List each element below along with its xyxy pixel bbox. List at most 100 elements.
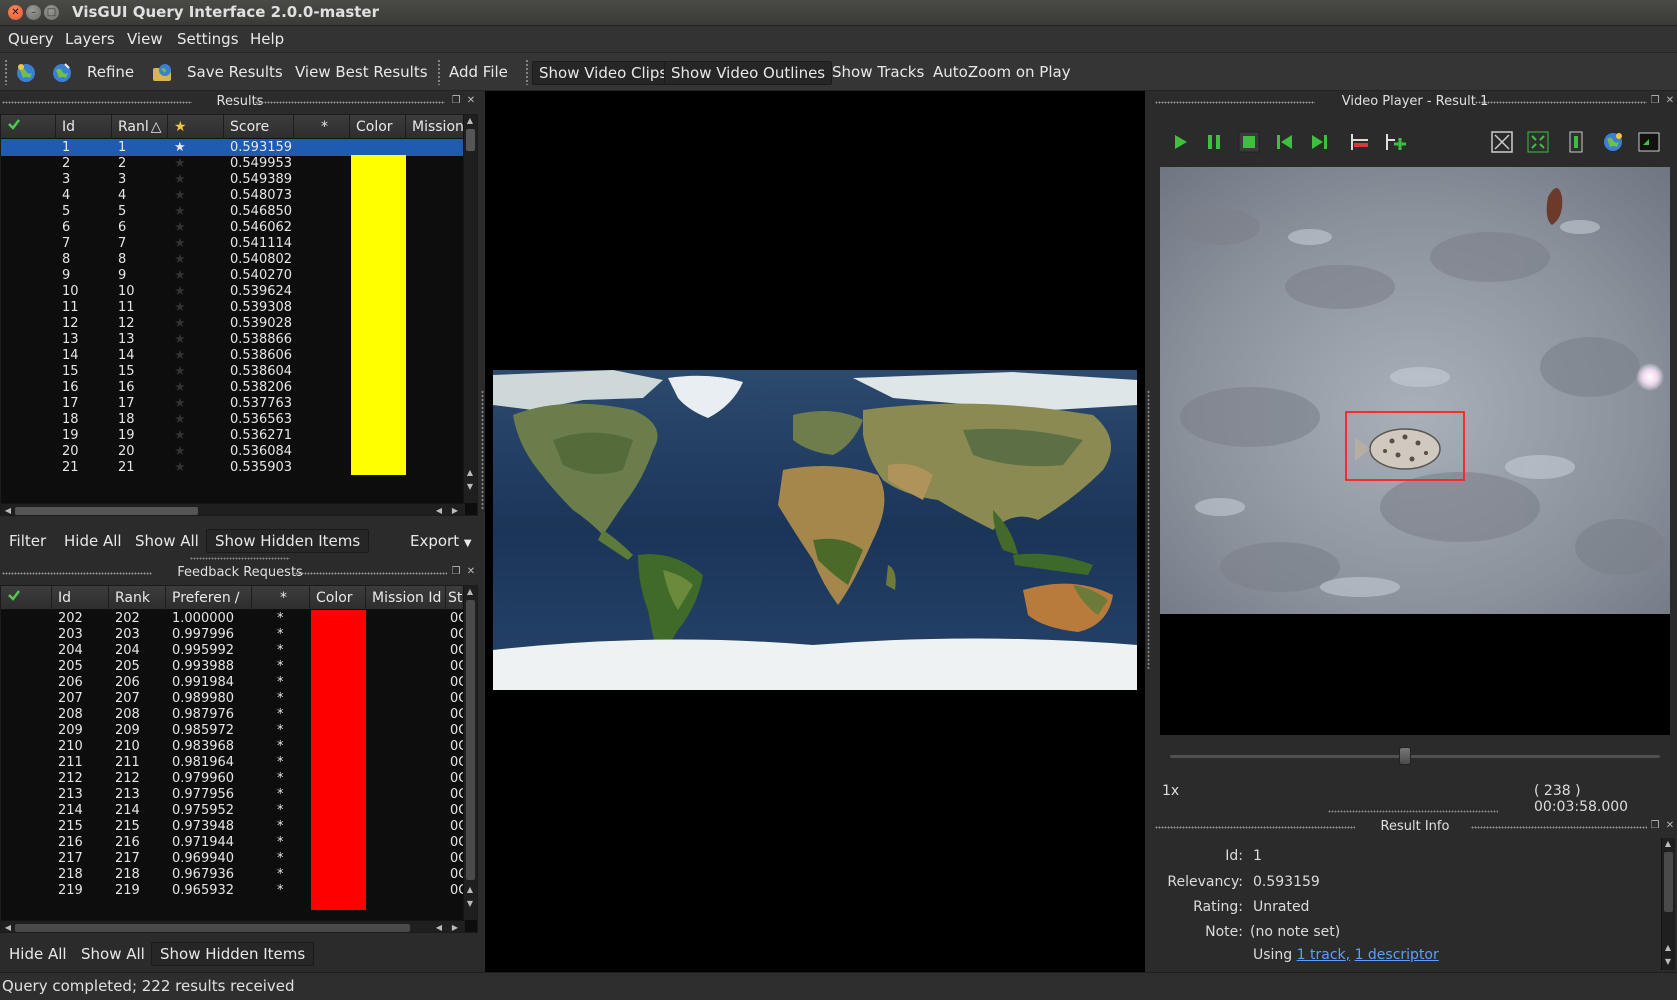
- star-rating-icon[interactable]: ★: [174, 427, 186, 444]
- scroll-right-icon[interactable]: ▶: [449, 505, 461, 515]
- star-rating-icon[interactable]: ★: [174, 411, 186, 428]
- star-rating-icon[interactable]: ★: [174, 203, 186, 220]
- table-row[interactable]: 214 214 0.975952 * 0C: [1, 802, 477, 819]
- star-rating-icon[interactable]: ★: [174, 235, 186, 252]
- scroll-down-icon[interactable]: ▼: [464, 481, 476, 493]
- header-rank[interactable]: Rank: [109, 586, 166, 610]
- pause-icon[interactable]: [1202, 130, 1226, 154]
- feedback-dock-title[interactable]: Feedback Requests ❐ ✕: [0, 563, 480, 583]
- scroll-right-icon[interactable]: ▶: [449, 922, 461, 932]
- save-results-icon[interactable]: [150, 61, 174, 85]
- scroll-thumb[interactable]: [15, 507, 198, 515]
- scroll-down-icon[interactable]: ▼: [1662, 956, 1674, 968]
- show-video-clips-toggle[interactable]: Show Video Clips: [532, 61, 675, 85]
- menu-layers[interactable]: Layers: [65, 30, 115, 48]
- track-link[interactable]: 1 track: [1297, 947, 1346, 963]
- show-hidden-items-toggle[interactable]: Show Hidden Items: [206, 529, 370, 553]
- step-back-icon[interactable]: [1273, 130, 1297, 154]
- star-rating-icon[interactable]: ★: [174, 347, 186, 364]
- dock-splitter[interactable]: [190, 557, 290, 560]
- refine-button[interactable]: Refine: [81, 61, 140, 83]
- remove-track-icon[interactable]: [1348, 130, 1372, 154]
- play-icon[interactable]: [1168, 130, 1192, 154]
- close-dock-icon[interactable]: ✕: [465, 95, 477, 107]
- results-dock-title[interactable]: Results ❐ ✕: [0, 92, 480, 112]
- header-color[interactable]: Color: [310, 586, 366, 610]
- toolbar-grip[interactable]: [4, 59, 8, 85]
- header-color[interactable]: Color: [350, 115, 406, 139]
- float-dock-icon[interactable]: ❐: [1649, 820, 1661, 832]
- descriptor-link[interactable]: 1 descriptor: [1355, 947, 1439, 963]
- close-dock-icon[interactable]: ✕: [465, 566, 477, 578]
- table-row[interactable]: 219 219 0.965932 * 0C: [1, 882, 477, 899]
- scroll-thumb[interactable]: [15, 924, 410, 932]
- float-dock-icon[interactable]: ❐: [450, 95, 462, 107]
- toolbar-grip[interactable]: [525, 59, 529, 85]
- menu-help[interactable]: Help: [250, 30, 284, 48]
- video-frame[interactable]: [1160, 167, 1670, 614]
- header-note[interactable]: *: [294, 115, 350, 139]
- header-visible[interactable]: [1, 115, 56, 139]
- results-horizontal-scrollbar[interactable]: ◀ ◀ ▶: [1, 503, 465, 515]
- world-map-image[interactable]: [493, 370, 1137, 690]
- table-row[interactable]: 208 208 0.987976 * 0C: [1, 706, 477, 723]
- result-info-scrollbar[interactable]: ▲ ▲ ▼: [1661, 838, 1675, 970]
- scroll-left-icon[interactable]: ◀: [2, 505, 14, 515]
- view-best-results-button[interactable]: View Best Results: [289, 61, 434, 83]
- scroll-up-icon[interactable]: ▲: [1662, 942, 1674, 954]
- playback-speed[interactable]: 1x: [1162, 783, 1179, 799]
- video-player-dock-title[interactable]: Video Player - Result 1 ❐ ✕: [1153, 92, 1677, 112]
- hide-all-button[interactable]: Hide All: [56, 530, 130, 552]
- float-dock-icon[interactable]: ❐: [450, 566, 462, 578]
- feedback-horizontal-scrollbar[interactable]: ◀ ◀ ▶: [1, 920, 465, 932]
- header-score[interactable]: Score: [224, 115, 294, 139]
- show-all-button[interactable]: Show All: [127, 530, 207, 552]
- split-view-icon[interactable]: [1564, 130, 1588, 154]
- header-preference[interactable]: Preferen ∕: [166, 586, 252, 610]
- table-row[interactable]: ★ 1 1 0.593159: [1, 139, 477, 156]
- add-track-icon[interactable]: [1383, 130, 1407, 154]
- star-rating-icon[interactable]: ★: [174, 459, 186, 476]
- scroll-up-icon[interactable]: ▲: [1662, 838, 1674, 850]
- scroll-down-icon[interactable]: ▼: [464, 898, 476, 910]
- float-dock-icon[interactable]: ❐: [1649, 95, 1661, 107]
- star-rating-icon[interactable]: ★: [174, 395, 186, 412]
- scroll-thumb[interactable]: [466, 129, 475, 151]
- scroll-up-icon[interactable]: ▲: [464, 115, 476, 127]
- star-rating-icon[interactable]: ★: [174, 139, 186, 156]
- scroll-thumb[interactable]: [466, 600, 475, 880]
- scroll-up-icon[interactable]: ▲: [464, 586, 476, 598]
- show-hidden-items-toggle[interactable]: Show Hidden Items: [151, 942, 315, 966]
- header-id[interactable]: Id: [52, 586, 109, 610]
- header-note[interactable]: *: [252, 586, 310, 610]
- table-row[interactable]: 205 205 0.993988 * 0C: [1, 658, 477, 675]
- menu-view[interactable]: View: [127, 30, 163, 48]
- star-rating-icon[interactable]: ★: [174, 219, 186, 236]
- filter-button[interactable]: Filter: [1, 530, 54, 552]
- results-table[interactable]: Id Ranl △ ★ Score * Color Mission ★ 1 1 0.59…: [0, 114, 478, 516]
- vertical-splitter[interactable]: [481, 390, 484, 510]
- star-rating-icon[interactable]: ★: [174, 379, 186, 396]
- result-info-dock-title[interactable]: Result Info ❐ ✕: [1153, 817, 1677, 837]
- table-row[interactable]: 216 216 0.971944 * 0C: [1, 834, 477, 851]
- table-row[interactable]: 207 207 0.989980 * 0C: [1, 690, 477, 707]
- table-row[interactable]: 212 212 0.979960 * 0C: [1, 770, 477, 787]
- star-rating-icon[interactable]: ★: [174, 283, 186, 300]
- table-row[interactable]: 203 203 0.997996 * 0C: [1, 626, 477, 643]
- table-row[interactable]: 218 218 0.967936 * 0C: [1, 866, 477, 883]
- header-mission[interactable]: Mission: [406, 115, 466, 139]
- scroll-thumb[interactable]: [1664, 852, 1673, 912]
- menu-settings[interactable]: Settings: [177, 30, 239, 48]
- table-row[interactable]: 213 213 0.977956 * 0C: [1, 786, 477, 803]
- star-rating-icon[interactable]: ★: [174, 251, 186, 268]
- maximize-window-icon[interactable]: □: [44, 5, 59, 20]
- add-file-button[interactable]: Add File: [443, 61, 514, 83]
- video-seek-track[interactable]: [1170, 755, 1660, 758]
- table-row[interactable]: 204 204 0.995992 * 0C: [1, 642, 477, 659]
- table-row[interactable]: 206 206 0.991984 * 0C: [1, 674, 477, 691]
- star-rating-icon[interactable]: ★: [174, 443, 186, 460]
- header-id[interactable]: Id: [56, 115, 112, 139]
- star-rating-icon[interactable]: ★: [174, 171, 186, 188]
- star-rating-icon[interactable]: ★: [174, 187, 186, 204]
- terminal-icon[interactable]: [1637, 130, 1661, 154]
